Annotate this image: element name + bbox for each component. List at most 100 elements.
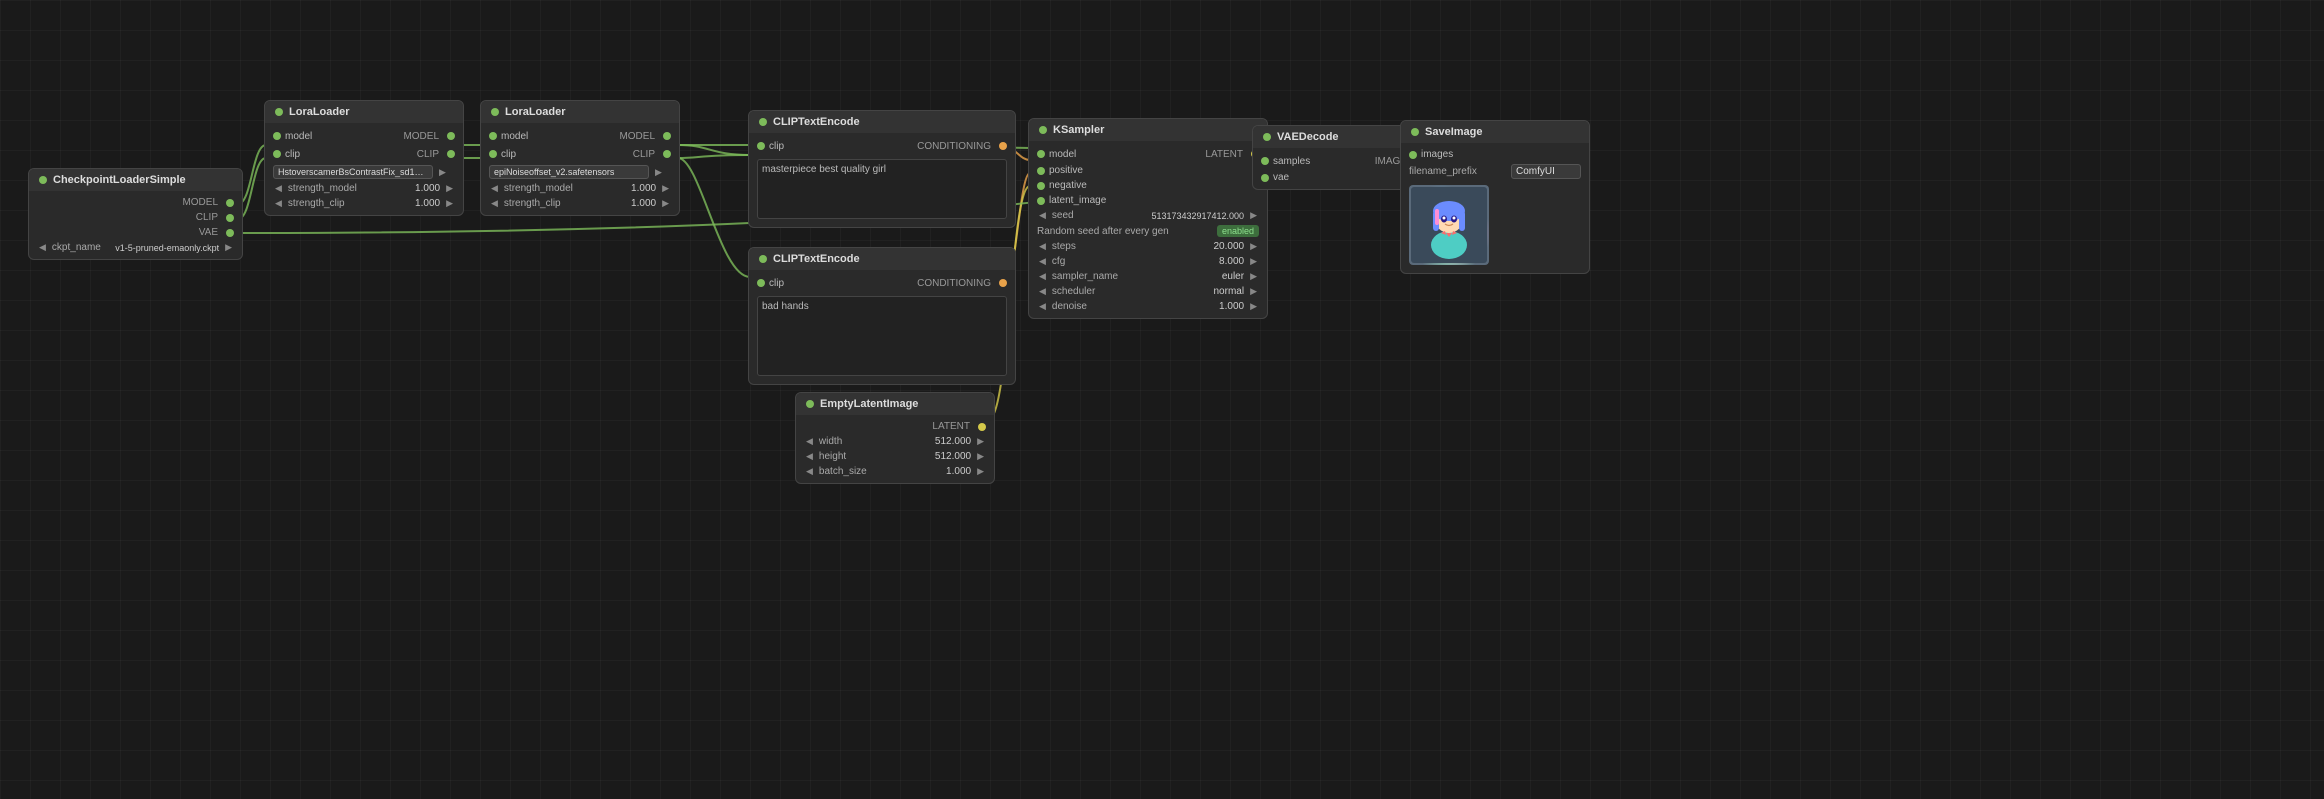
seed-right-arrow[interactable]: ▶: [1248, 210, 1259, 221]
node-status-dot: [1263, 133, 1271, 141]
clip-encode-neg-title: CLIPTextEncode: [773, 253, 860, 265]
node-status-dot: [759, 118, 767, 126]
checkpoint-loader-body: MODEL CLIP VAE ◀ ckpt_name v1-5-pruned-e…: [29, 191, 242, 259]
cfg-left-arrow[interactable]: ◀: [1037, 256, 1048, 267]
lora-loader-2-body: model MODEL clip CLIP epiNoiseoffset_v2.…: [481, 123, 679, 215]
negative-port-dot: [1037, 182, 1045, 190]
sampler-right-arrow[interactable]: ▶: [1248, 271, 1259, 282]
model-output-port: MODEL: [29, 195, 242, 210]
conditioning-right-port: [999, 142, 1007, 150]
model-right-port: [447, 132, 455, 140]
denoise-field[interactable]: ◀ denoise 1.000 ▶: [1029, 299, 1267, 314]
positive-port-dot: [1037, 167, 1045, 175]
height-right-arrow[interactable]: ▶: [975, 451, 986, 462]
denoise-right-arrow[interactable]: ▶: [1248, 301, 1259, 312]
empty-latent-title: EmptyLatentImage: [820, 398, 918, 410]
lora-name-right-arrow-2[interactable]: ▶: [653, 167, 664, 178]
node-status-dot: [39, 176, 47, 184]
str-model-right-1[interactable]: ▶: [444, 183, 455, 194]
width-right-arrow[interactable]: ▶: [975, 436, 986, 447]
empty-latent-header: EmptyLatentImage: [796, 393, 994, 415]
latent-image-input-port: latent_image: [1029, 193, 1267, 208]
seed-field[interactable]: ◀ seed 513173432917412.000 ▶: [1029, 208, 1267, 223]
height-field[interactable]: ◀ height 512.000 ▶: [796, 449, 994, 464]
latent-output-port: LATENT: [796, 419, 994, 434]
batch-size-field[interactable]: ◀ batch_size 1.000 ▶: [796, 464, 994, 479]
batch-left-arrow[interactable]: ◀: [804, 466, 815, 477]
preview-image: [1409, 185, 1489, 265]
str-clip-right-2[interactable]: ▶: [660, 198, 671, 209]
clip-left-port: [273, 150, 281, 158]
str-model-left-1[interactable]: ◀: [273, 183, 284, 194]
width-field[interactable]: ◀ width 512.000 ▶: [796, 434, 994, 449]
negative-text-area[interactable]: bad hands: [749, 292, 1015, 380]
scheduler-left-arrow[interactable]: ◀: [1037, 286, 1048, 297]
steps-right-arrow[interactable]: ▶: [1248, 241, 1259, 252]
conditioning-right-port: [999, 279, 1007, 287]
str-model-right-2[interactable]: ▶: [660, 183, 671, 194]
samples-left-port: [1261, 157, 1269, 165]
node-status-dot: [1411, 128, 1419, 136]
lora-name-right-arrow-1[interactable]: ▶: [437, 167, 448, 178]
steps-field[interactable]: ◀ steps 20.000 ▶: [1029, 239, 1267, 254]
sampler-left-arrow[interactable]: ◀: [1037, 271, 1048, 282]
clip-input-port-neg: clip CONDITIONING: [749, 274, 1015, 292]
filename-prefix-field[interactable]: filename_prefix ComfyUI: [1401, 162, 1589, 181]
positive-text-area[interactable]: masterpiece best quality girl: [749, 155, 1015, 223]
width-left-arrow[interactable]: ◀: [804, 436, 815, 447]
clip-left-port: [757, 279, 765, 287]
scheduler-right-arrow[interactable]: ▶: [1248, 286, 1259, 297]
ksampler-node: KSampler model LATENT positive negative …: [1028, 118, 1268, 319]
node-status-dot: [759, 255, 767, 263]
save-image-node: SaveImage images filename_prefix ComfyUI: [1400, 120, 1590, 274]
denoise-left-arrow[interactable]: ◀: [1037, 301, 1048, 312]
lora-loader-2-node: LoraLoader model MODEL clip CLIP epiNois…: [480, 100, 680, 216]
clip-right-port: [663, 150, 671, 158]
lora-name-field-2[interactable]: epiNoiseoffset_v2.safetensors ▶: [481, 163, 679, 181]
strength-model-field-1[interactable]: ◀ strength_model 1.000 ▶: [265, 181, 463, 196]
ckpt-name-field[interactable]: ◀ ckpt_name v1-5-pruned-emaonly.ckpt ▶: [29, 240, 242, 255]
seed-left-arrow[interactable]: ◀: [1037, 210, 1048, 221]
str-clip-right-1[interactable]: ▶: [444, 198, 455, 209]
node-status-dot: [806, 400, 814, 408]
strength-clip-field-2[interactable]: ◀ strength_clip 1.000 ▶: [481, 196, 679, 211]
ckpt-left-arrow[interactable]: ◀: [37, 242, 48, 253]
model-left-port: [273, 132, 281, 140]
save-image-body: images filename_prefix ComfyUI: [1401, 143, 1589, 273]
model-left-port: [1037, 150, 1045, 158]
positive-prompt-text[interactable]: masterpiece best quality girl: [757, 159, 1007, 219]
strength-clip-field-1[interactable]: ◀ strength_clip 1.000 ▶: [265, 196, 463, 211]
str-clip-left-1[interactable]: ◀: [273, 198, 284, 209]
vae-decode-title: VAEDecode: [1277, 131, 1339, 143]
model-left-port: [489, 132, 497, 140]
batch-right-arrow[interactable]: ▶: [975, 466, 986, 477]
cfg-field[interactable]: ◀ cfg 8.000 ▶: [1029, 254, 1267, 269]
clip-left-port: [489, 150, 497, 158]
scheduler-field[interactable]: ◀ scheduler normal ▶: [1029, 284, 1267, 299]
clip-encode-pos-body: clip CONDITIONING masterpiece best quali…: [749, 133, 1015, 227]
model-right-port: [663, 132, 671, 140]
negative-prompt-text[interactable]: bad hands: [757, 296, 1007, 376]
clip-port-dot: [226, 214, 234, 222]
ckpt-right-arrow[interactable]: ▶: [223, 242, 234, 253]
random-seed-field[interactable]: Random seed after every gen enabled: [1029, 223, 1267, 239]
str-model-left-2[interactable]: ◀: [489, 183, 500, 194]
cfg-right-arrow[interactable]: ▶: [1248, 256, 1259, 267]
latent-port-dot: [978, 423, 986, 431]
image-preview: [1409, 185, 1489, 265]
str-clip-left-2[interactable]: ◀: [489, 198, 500, 209]
steps-left-arrow[interactable]: ◀: [1037, 241, 1048, 252]
height-left-arrow[interactable]: ◀: [804, 451, 815, 462]
clip-input-port-pos: clip CONDITIONING: [749, 137, 1015, 155]
ksampler-body: model LATENT positive negative latent_im…: [1029, 141, 1267, 318]
clip-right-port: [447, 150, 455, 158]
sampler-name-field[interactable]: ◀ sampler_name euler ▶: [1029, 269, 1267, 284]
model-input-port-ll2: model MODEL: [481, 127, 679, 145]
lora-loader-1-body: model MODEL clip CLIP HstoverscamerBsCon…: [265, 123, 463, 215]
clip-text-encode-positive-node: CLIPTextEncode clip CONDITIONING masterp…: [748, 110, 1016, 228]
empty-latent-body: LATENT ◀ width 512.000 ▶ ◀ height 512.00…: [796, 415, 994, 483]
lora-name-field-1[interactable]: HstoverscamerBsContrastFix_sd15.safetens…: [265, 163, 463, 181]
save-image-header: SaveImage: [1401, 121, 1589, 143]
strength-model-field-2[interactable]: ◀ strength_model 1.000 ▶: [481, 181, 679, 196]
node-status-dot: [275, 108, 283, 116]
